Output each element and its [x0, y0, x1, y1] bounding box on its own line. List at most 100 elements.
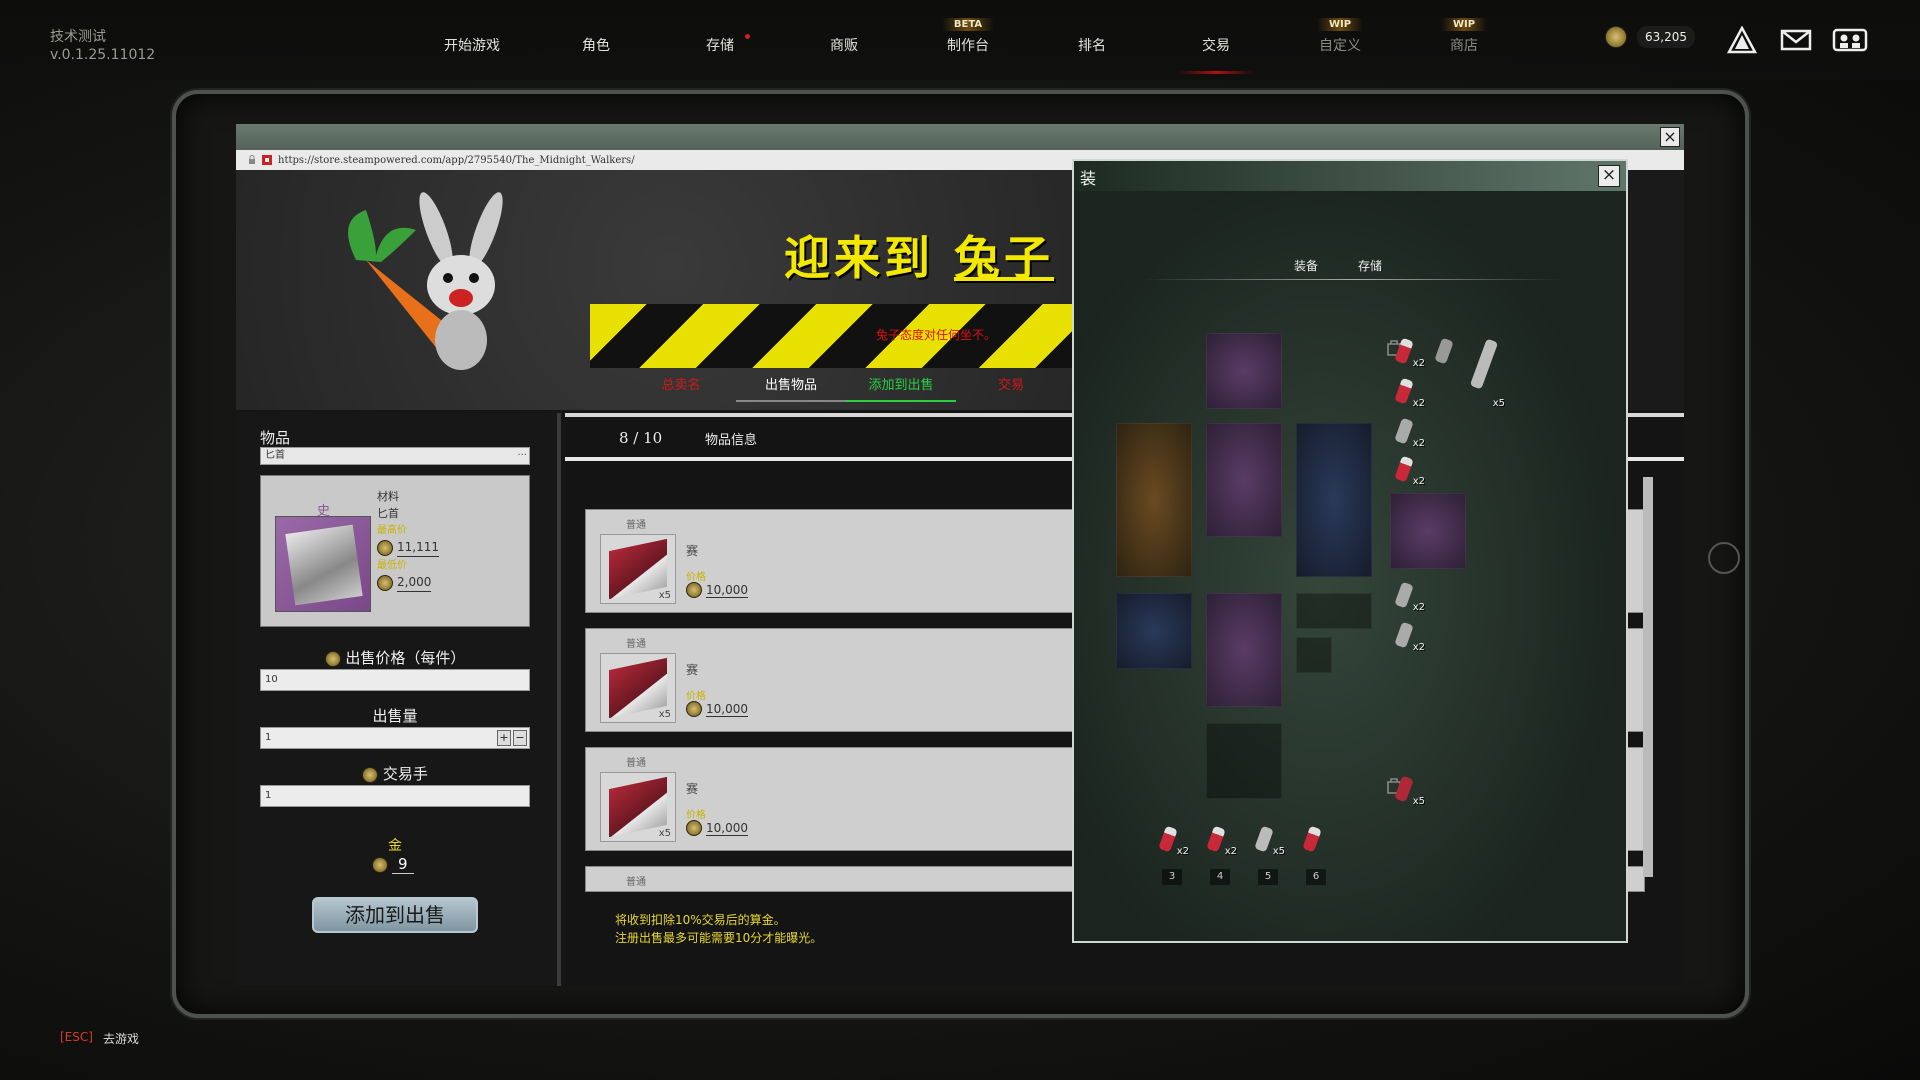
equipment-title: 装: [1080, 169, 1097, 188]
gloves-slot[interactable]: [1116, 593, 1192, 669]
inventory-cell[interactable]: x2: [1390, 451, 1426, 487]
item-image-icon: [285, 524, 363, 606]
equipment-tabs: 装备 存储: [1294, 257, 1382, 274]
coin-icon: [1605, 26, 1627, 48]
item-thumbnail: [275, 516, 371, 612]
listing-tag: 普通: [626, 639, 646, 650]
nav-merchant[interactable]: 商贩: [782, 0, 906, 80]
tab-sell-items[interactable]: 出售物品: [736, 374, 846, 402]
nav-crafting[interactable]: BETA 制作台: [906, 0, 1030, 80]
tab-overview[interactable]: 总卖名: [626, 374, 736, 402]
hotkey-label: 6: [1306, 869, 1326, 885]
boots-slot[interactable]: [1206, 723, 1282, 799]
pants-slot[interactable]: [1206, 593, 1282, 707]
friends-icon[interactable]: [1832, 24, 1868, 56]
item-name: 匕首: [377, 507, 399, 520]
bandage-icon: [1394, 581, 1414, 609]
inventory-cell[interactable]: x5: [1469, 333, 1506, 409]
listings-scrollbar[interactable]: [1643, 477, 1653, 877]
fee-note: 将收到扣除10%交易后的算金。: [615, 913, 786, 927]
inventory-cell[interactable]: x2: [1390, 333, 1426, 369]
nav-trade[interactable]: 交易: [1154, 0, 1278, 80]
potion-icon: [1394, 337, 1414, 365]
nav-start-game[interactable]: 开始游戏: [410, 0, 534, 80]
item-category: 材料: [377, 490, 399, 503]
add-to-sale-button[interactable]: 添加到出售: [312, 897, 478, 933]
equipment-titlebar[interactable]: 装 ×: [1074, 161, 1626, 191]
currency-display: 63,205: [1605, 26, 1695, 48]
listing-notes: 将收到扣除10%交易后的算金。 注册出售最多可能需要10分才能曝光。: [615, 911, 822, 947]
wip-badge: WIP: [1316, 18, 1364, 31]
helmet-slot[interactable]: [1206, 333, 1282, 409]
coin-icon: [686, 582, 702, 598]
nav-shop[interactable]: WIP 商店: [1402, 0, 1526, 80]
coin-icon: [377, 575, 393, 591]
inventory-cell[interactable]: x2: [1390, 577, 1426, 613]
nav-character[interactable]: 角色: [534, 0, 658, 80]
mail-icon[interactable]: [1778, 24, 1814, 56]
tab-equipment[interactable]: 装备: [1294, 257, 1318, 274]
site-favicon-icon: [262, 155, 272, 165]
coin-icon: [686, 820, 702, 836]
notification-dot: [745, 34, 750, 39]
listing-price: 10,000: [686, 820, 748, 836]
quantity-label: 出售量: [372, 707, 418, 725]
equipment-close-button[interactable]: ×: [1598, 165, 1620, 187]
nav-storage[interactable]: 存储: [658, 0, 782, 80]
quantity-stepper[interactable]: 1 + −: [260, 727, 530, 749]
coin-icon: [362, 766, 379, 783]
nav-customize[interactable]: WIP 自定义: [1278, 0, 1402, 80]
increment-button[interactable]: +: [497, 730, 511, 746]
medkit-icon: [1394, 775, 1414, 803]
esc-hint[interactable]: [ESC] 去游戏: [60, 1030, 139, 1047]
item-info-label: 物品信息: [705, 433, 758, 448]
hotbar-slot-4[interactable]: x2: [1202, 821, 1238, 857]
potion-icon: [1206, 825, 1226, 853]
more-icon[interactable]: ···: [517, 448, 527, 464]
esc-key-label: [ESC]: [60, 1030, 93, 1044]
listing-name: 赛: [686, 663, 699, 677]
weapon-slot[interactable]: [1116, 423, 1192, 577]
ring-slot[interactable]: [1296, 593, 1372, 629]
tablet-home-button[interactable]: [1708, 542, 1740, 574]
accessory-slot[interactable]: [1296, 637, 1332, 673]
coin-icon: [686, 701, 702, 717]
hotbar-slot-6[interactable]: [1298, 821, 1334, 857]
hotbar-slot-3[interactable]: x2: [1154, 821, 1190, 857]
high-price-label: 最高价: [377, 525, 407, 536]
hotbar-slot-5[interactable]: x5: [1250, 821, 1286, 857]
hotkey-label: 3: [1162, 869, 1182, 885]
sell-price-input[interactable]: 10: [260, 669, 530, 691]
listing-price-label: 价格: [686, 810, 706, 821]
inventory-cell[interactable]: x2: [1390, 413, 1426, 449]
hotkey-label: 4: [1210, 869, 1230, 885]
listing-tag: 普通: [626, 877, 646, 888]
inventory-cell[interactable]: x2: [1390, 373, 1426, 409]
potion-icon: [1302, 825, 1322, 853]
nav-ranking[interactable]: 排名: [1030, 0, 1154, 80]
decrement-button[interactable]: −: [513, 730, 527, 746]
inventory-cell[interactable]: x5: [1390, 771, 1426, 807]
rabbit-mascot-icon: [419, 192, 503, 370]
main-nav: 开始游戏 角色 存储 商贩 BETA 制作台 排名 交易 WIP 自定义 WIP 商店: [410, 0, 1526, 80]
tab-trade[interactable]: 交易: [956, 374, 1066, 402]
material-item-slot[interactable]: [1390, 493, 1466, 569]
inventory-cell[interactable]: [1430, 333, 1466, 369]
listing-name: 赛: [686, 782, 699, 796]
high-price: 11,111: [377, 539, 439, 557]
esc-action-label: 去游戏: [102, 1032, 139, 1046]
hazard-text: 兔子态度对任何坐不。: [876, 328, 997, 342]
listing-price: 10,000: [686, 582, 748, 598]
warning-icon[interactable]: [1724, 24, 1760, 56]
item-search-input[interactable]: 匕首 ···: [260, 447, 530, 465]
browser-close-button[interactable]: ×: [1660, 127, 1680, 147]
tab-storage[interactable]: 存储: [1358, 257, 1382, 274]
inventory-cell[interactable]: x2: [1390, 617, 1426, 653]
secondary-weapon-slot[interactable]: [1296, 423, 1372, 577]
armor-slot[interactable]: [1206, 423, 1282, 537]
equipment-window: 装 × 装备 存储 x2 x5 x2 x2 x2 x2 x2 x5 x2 x2 …: [1072, 159, 1628, 943]
quantity-value: 1: [265, 732, 272, 743]
hotkey-label: 5: [1258, 869, 1278, 885]
gold-label: 金: [388, 838, 402, 854]
tab-add-to-sale[interactable]: 添加到出售: [846, 374, 956, 402]
